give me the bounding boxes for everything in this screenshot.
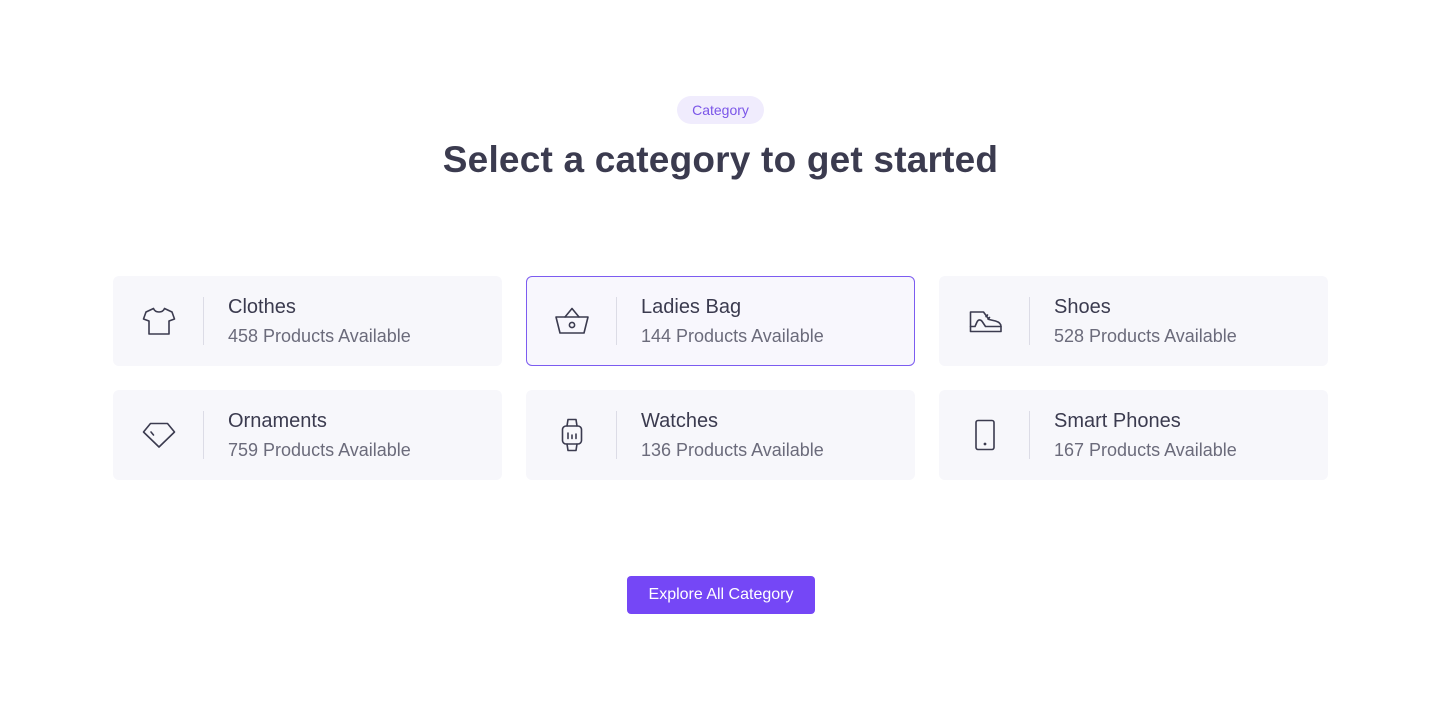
- category-count: 144 Products Available: [641, 326, 824, 346]
- category-name: Clothes: [228, 296, 296, 318]
- category-name: Shoes: [1054, 296, 1111, 318]
- category-grid: Clothes 458 Products Available Ladies Ba…: [113, 276, 1328, 480]
- category-card-ornaments[interactable]: Ornaments 759 Products Available: [113, 390, 502, 480]
- category-name: Smart Phones: [1054, 410, 1181, 432]
- category-count: 136 Products Available: [641, 440, 824, 460]
- category-card-ladies-bag[interactable]: Ladies Bag 144 Products Available: [526, 276, 915, 366]
- category-badge: Category: [677, 96, 764, 124]
- category-card-shoes[interactable]: Shoes 528 Products Available: [939, 276, 1328, 366]
- shoe-icon: [940, 302, 1029, 340]
- category-name: Ladies Bag: [641, 296, 742, 318]
- watch-icon: [527, 416, 616, 454]
- category-count: 167 Products Available: [1054, 440, 1237, 460]
- tshirt-icon: [114, 302, 203, 340]
- category-card-clothes[interactable]: Clothes 458 Products Available: [113, 276, 502, 366]
- category-count: 528 Products Available: [1054, 326, 1237, 346]
- smartphone-icon: [940, 416, 1029, 454]
- category-name: Watches: [641, 410, 719, 432]
- basket-icon: [527, 302, 616, 340]
- category-section: Category Select a category to get starte…: [0, 0, 1441, 710]
- category-name: Ornaments: [228, 410, 327, 432]
- category-card-watches[interactable]: Watches 136 Products Available: [526, 390, 915, 480]
- explore-all-category-button[interactable]: Explore All Category: [627, 576, 815, 614]
- category-card-smart-phones[interactable]: Smart Phones 167 Products Available: [939, 390, 1328, 480]
- category-count: 458 Products Available: [228, 326, 411, 346]
- diamond-icon: [114, 416, 203, 454]
- category-count: 759 Products Available: [228, 440, 411, 460]
- page-title: Select a category to get started: [442, 139, 999, 180]
